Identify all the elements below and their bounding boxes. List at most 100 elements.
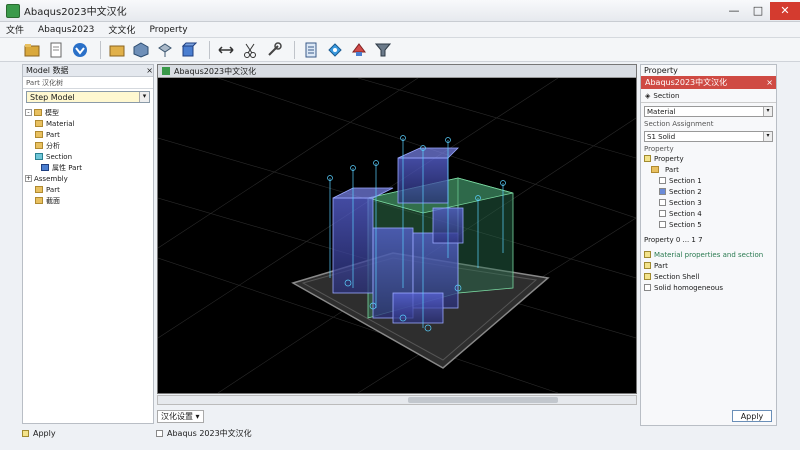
menu-localize[interactable]: 文文化 <box>108 23 135 36</box>
checkbox[interactable] <box>644 262 651 269</box>
abaqus-window: Abaqus2023中文汉化 — □ ✕ 文件 Abaqus2023 文文化 P… <box>0 0 800 450</box>
property-dialog-title-text: Abaqus2023中文汉化 <box>645 78 728 87</box>
model-select[interactable]: Step Model ▾ <box>26 91 150 103</box>
section-assignment-label: Section Assignment <box>644 120 714 128</box>
viewport-icon <box>162 67 170 75</box>
chevron-down-icon[interactable]: ▾ <box>763 132 772 141</box>
toolbar-separator <box>294 40 295 59</box>
tree-item[interactable]: Material <box>25 118 151 129</box>
funnel-icon[interactable] <box>373 40 393 60</box>
property-item[interactable]: Part <box>641 164 776 175</box>
minimize-button[interactable]: — <box>722 2 746 20</box>
property-item-label: Section 3 <box>669 198 702 207</box>
collapse-icon[interactable]: - <box>25 109 32 116</box>
boundary-condition-icon[interactable] <box>349 40 369 60</box>
checkbox[interactable] <box>644 155 651 162</box>
model-select-value: Step Model <box>30 92 75 102</box>
dropdown-circle-icon[interactable] <box>70 40 90 60</box>
checkbox[interactable] <box>644 284 651 291</box>
material-select-value: Material <box>647 107 676 116</box>
mesh-icon[interactable] <box>155 40 175 60</box>
property-item[interactable]: Section 2 <box>641 186 776 197</box>
setting-select[interactable]: 汉化设置 ▾ <box>157 409 204 423</box>
property-item-label: Section 4 <box>669 209 702 218</box>
page-icon[interactable] <box>301 40 321 60</box>
tree-item[interactable]: - 模型 <box>25 107 151 118</box>
model-tree: - 模型 Material Part 分析 Section 属性 Part + As… <box>23 105 153 208</box>
model-tree-subheader: Part 汉化树 <box>23 77 153 89</box>
checkbox[interactable] <box>644 273 651 280</box>
tab-section-label: Section <box>653 91 680 100</box>
shell-option[interactable]: Section Shell <box>641 271 776 282</box>
maximize-button[interactable]: □ <box>746 2 770 20</box>
close-icon[interactable]: × <box>766 78 773 87</box>
arrows-horizontal-icon[interactable] <box>216 40 236 60</box>
tree-item-label: Assembly <box>34 174 68 183</box>
checkbox[interactable] <box>659 221 666 228</box>
material-option[interactable]: Material properties and section <box>641 249 776 260</box>
section-select[interactable]: S1 Solid ▾ <box>644 131 773 142</box>
chevron-down-icon[interactable]: ▾ <box>763 107 772 116</box>
property-panel: Property Abaqus2023中文汉化 × ◈ Section Mate… <box>640 64 777 426</box>
menu-bar: 文件 Abaqus2023 文文化 Property <box>0 22 800 38</box>
document-icon[interactable] <box>46 40 66 60</box>
property-item-label: Section 2 <box>669 187 702 196</box>
3d-viewport[interactable]: Abaqus2023中文汉化 <box>157 64 637 394</box>
viewport-horizontal-scrollbar[interactable] <box>157 395 637 405</box>
scissors-icon[interactable] <box>240 40 260 60</box>
toolbar <box>0 38 800 62</box>
tree-item[interactable]: Part <box>25 184 151 195</box>
tree-item-label: Part <box>46 185 60 194</box>
folder-icon <box>35 186 43 193</box>
tab-section[interactable]: ◈ Section <box>641 89 776 103</box>
chevron-down-icon[interactable]: ▾ <box>139 92 149 102</box>
property-item[interactable]: Section 3 <box>641 197 776 208</box>
tree-item[interactable]: Part <box>25 129 151 140</box>
model-tree-title: Model 数据 <box>26 66 69 75</box>
panel-close-icon[interactable]: × <box>146 66 153 75</box>
checkbox[interactable] <box>644 251 651 258</box>
toolbar-separator <box>100 40 101 59</box>
folder-icon <box>651 166 659 173</box>
status-checkbox[interactable] <box>156 429 163 437</box>
property-item[interactable]: Section 5 <box>641 219 776 230</box>
menu-abaqus[interactable]: Abaqus2023 <box>38 25 94 35</box>
folder-icon[interactable] <box>107 40 127 60</box>
section-icon: ◈ <box>645 91 651 100</box>
tree-item[interactable]: Section <box>25 151 151 162</box>
checkbox[interactable] <box>659 177 666 184</box>
load-icon[interactable] <box>325 40 345 60</box>
material-option-label: Material properties and section <box>654 250 764 259</box>
close-button[interactable]: ✕ <box>770 1 800 20</box>
open-folder-icon[interactable] <box>22 40 42 60</box>
tree-item[interactable]: 分析 <box>25 140 151 151</box>
apply-button[interactable]: Apply <box>732 410 772 422</box>
tree-item[interactable]: + Assembly <box>25 173 151 184</box>
part-option[interactable]: Part <box>641 260 776 271</box>
tree-item[interactable]: 截面 <box>25 195 151 206</box>
tree-item-label: 属性 Part <box>52 163 83 172</box>
status-label: Abaqus 2023中文汉化 <box>167 428 252 438</box>
tree-item[interactable]: 属性 Part <box>25 162 151 173</box>
part-icon[interactable] <box>131 40 151 60</box>
property-item-label: Section 1 <box>669 176 702 185</box>
property-item[interactable]: Section 4 <box>641 208 776 219</box>
model-canvas[interactable] <box>158 78 636 393</box>
property-item[interactable]: Section 1 <box>641 175 776 186</box>
solid-option[interactable]: Solid homogeneous <box>641 282 776 293</box>
scrollbar-thumb[interactable] <box>408 397 558 403</box>
wrench-icon[interactable] <box>264 40 284 60</box>
checkbox[interactable] <box>659 199 666 206</box>
expand-icon[interactable]: + <box>25 175 32 182</box>
checkbox[interactable] <box>659 210 666 217</box>
checkbox[interactable] <box>659 188 666 195</box>
tree-item-label: 截面 <box>46 196 60 205</box>
property-item[interactable]: Property <box>641 153 776 164</box>
folder-icon <box>35 197 43 204</box>
menu-property[interactable]: Property <box>149 25 187 35</box>
property-item-label: Section 5 <box>669 220 702 229</box>
material-select[interactable]: Material ▾ <box>644 106 773 117</box>
menu-file[interactable]: 文件 <box>6 23 24 36</box>
cube-icon[interactable] <box>179 40 199 60</box>
viewport-header: Abaqus2023中文汉化 <box>158 65 636 78</box>
